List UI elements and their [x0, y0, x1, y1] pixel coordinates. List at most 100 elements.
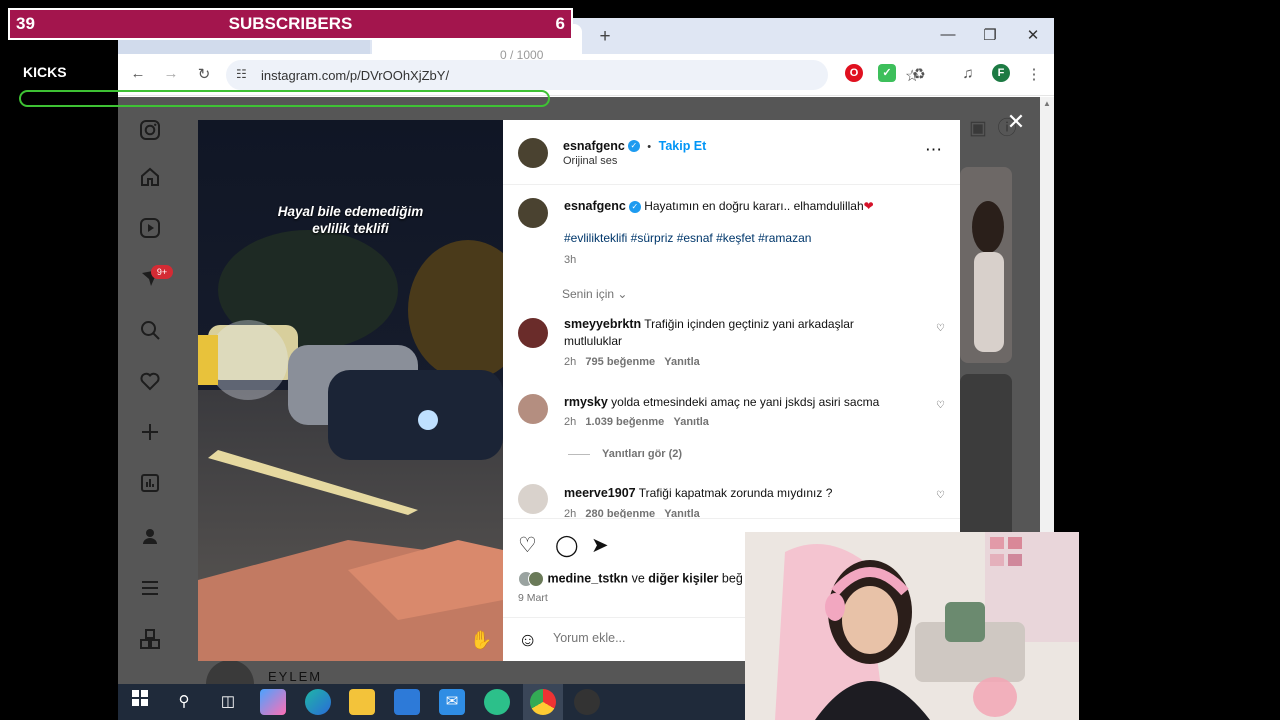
audio-label[interactable]: Orijinal ses: [563, 155, 617, 167]
post-header: esnafgenc ✓ • Takip Et Orijinal ses ⋯: [503, 120, 960, 185]
site-info-icon[interactable]: ☷: [236, 67, 247, 81]
media-control-icon[interactable]: ♫: [958, 65, 978, 82]
comment-avatar[interactable]: [518, 318, 548, 348]
comment-text-block-2: rmysky yolda etmesindeki amaç ne yani js…: [564, 394, 924, 411]
like-icon[interactable]: ♡: [518, 533, 537, 558]
profile-icon[interactable]: [138, 525, 162, 549]
close-window-icon[interactable]: ✕: [1023, 26, 1043, 44]
create-icon[interactable]: [138, 421, 162, 445]
edge-icon[interactable]: [305, 689, 331, 715]
caption-text: Hayatımın en doğru kararı.. elhamdulilla…: [644, 199, 864, 213]
minimize-icon[interactable]: —: [938, 26, 958, 43]
webcam-feed: [745, 532, 1079, 720]
extensions-puzzle-icon[interactable]: ♻: [909, 65, 929, 83]
share-icon[interactable]: ➤: [591, 533, 609, 558]
comment-meta-3: 2h 280 beğenme Yanıtla: [564, 508, 700, 518]
verified-badge-icon-2: ✓: [628, 200, 641, 213]
like-comment-icon-2[interactable]: ♡: [936, 400, 945, 411]
author-avatar[interactable]: [518, 138, 548, 168]
heart-emoji: ❤: [863, 199, 874, 213]
comment-likes[interactable]: 795 beğenme: [585, 356, 655, 368]
chevron-down-icon: ⌄: [617, 287, 628, 301]
caption-author[interactable]: esnafgenc: [564, 199, 626, 213]
back-icon[interactable]: ←: [128, 65, 148, 82]
comment-likes-2[interactable]: 1.039 beğenme: [585, 416, 664, 428]
comment-text-2: yolda etmesindeki amaç ne yani jskdsj as…: [611, 395, 880, 409]
comment-likes-3[interactable]: 280 beğenme: [585, 508, 655, 518]
background-post-thumbnail[interactable]: [960, 167, 1012, 363]
subscribers-bar: 39 SUBSCRIBERS 6: [8, 8, 573, 40]
reload-icon[interactable]: ↻: [194, 65, 214, 83]
sort-comments-dropdown[interactable]: Senin için ⌄: [562, 287, 627, 301]
kicks-label: KICKS: [23, 64, 67, 80]
store-icon[interactable]: [394, 689, 420, 715]
reply-button-3[interactable]: Yanıtla: [664, 508, 699, 518]
reel-video[interactable]: Hayal bile edemediğim evlilik teklifi: [198, 120, 503, 661]
emoji-icon[interactable]: ☺: [518, 630, 537, 652]
liked-by-others[interactable]: diğer kişiler: [648, 571, 718, 585]
search-icon-taskbar[interactable]: ⚲: [171, 689, 197, 715]
insights-icon[interactable]: [138, 472, 162, 496]
comment-username-2[interactable]: rmysky: [564, 395, 608, 409]
post-caption: esnafgenc ✓ Hayatımın en doğru kararı.. e…: [564, 198, 944, 215]
view-replies[interactable]: Yanıtları gör (2): [568, 448, 682, 460]
restore-icon[interactable]: ❐: [980, 26, 1000, 44]
profile-avatar-eylem[interactable]: [206, 660, 254, 684]
like-comment-icon-3[interactable]: ♡: [936, 490, 945, 501]
scroll-up-icon[interactable]: ▲: [1043, 99, 1051, 108]
windows-start-icon[interactable]: [127, 689, 153, 715]
close-modal-icon[interactable]: ✕: [1004, 109, 1028, 135]
comment-username[interactable]: smeyyebrktn: [564, 317, 641, 331]
forward-icon[interactable]: →: [161, 65, 181, 82]
post-date: 9 Mart: [518, 592, 548, 604]
char-counter: 0 / 1000: [500, 48, 544, 62]
replies-divider: [568, 453, 590, 455]
profile-avatar[interactable]: F: [992, 64, 1010, 82]
url-text[interactable]: instagram.com/p/DVrOOhXjZbY/: [261, 68, 449, 83]
subscribers-title: SUBSCRIBERS: [228, 14, 353, 33]
new-tab-button[interactable]: +: [594, 26, 616, 48]
task-view-icon[interactable]: ◫: [215, 689, 241, 715]
chatgpt-icon[interactable]: [484, 689, 510, 715]
like-comment-icon[interactable]: ♡: [936, 323, 945, 334]
obs-icon[interactable]: [574, 689, 600, 715]
follow-button[interactable]: Takip Et: [659, 139, 707, 153]
chrome-icon[interactable]: [530, 689, 556, 715]
copilot-icon[interactable]: [260, 689, 286, 715]
shield-extension-icon[interactable]: ✓: [878, 64, 896, 82]
profile-name-eylem: EYLEM: [268, 669, 323, 684]
home-icon[interactable]: [138, 166, 162, 190]
menu-icon[interactable]: [138, 577, 162, 601]
apps-icon[interactable]: [138, 628, 162, 652]
comment-username-3[interactable]: meerve1907: [564, 486, 636, 500]
stream-frame: 39 SUBSCRIBERS 6 KICKS + — ❐ ✕ ← → ↻ ☷ i…: [0, 0, 1280, 720]
comment-avatar-2[interactable]: [518, 394, 548, 424]
opera-extension-icon[interactable]: O: [845, 64, 863, 82]
file-explorer-icon[interactable]: [349, 689, 375, 715]
liked-by-user[interactable]: medine_tstkn: [547, 571, 628, 585]
instagram-icon[interactable]: [138, 119, 162, 143]
heart-icon[interactable]: [138, 370, 162, 394]
comment-time-3: 2h: [564, 508, 577, 518]
more-menu-icon[interactable]: ⋮: [1024, 65, 1044, 83]
reels-icon[interactable]: [138, 217, 162, 241]
more-options-icon[interactable]: ⋯: [925, 140, 942, 160]
address-bar[interactable]: ☷ instagram.com/p/DVrOOhXjZbY/ ☆: [226, 60, 919, 90]
reply-button[interactable]: Yanıtla: [664, 356, 699, 368]
author-username[interactable]: esnafgenc: [563, 139, 625, 153]
comment-meta: 2h 795 beğenme Yanıtla: [564, 356, 700, 368]
right-count: 6: [555, 14, 565, 33]
mail-icon[interactable]: ✉: [439, 689, 465, 715]
author-line: esnafgenc ✓ • Takip Et: [563, 137, 706, 155]
hand-cursor-icon: ✋: [470, 630, 493, 650]
instagram-sidebar: 9+: [118, 97, 184, 684]
camera-icon[interactable]: ▣: [966, 117, 990, 141]
search-icon[interactable]: [138, 319, 162, 343]
video-caption-line2: evlilik teklifi: [312, 221, 389, 236]
reply-button-2[interactable]: Yanıtla: [673, 416, 708, 428]
caption-author-avatar[interactable]: [518, 198, 548, 228]
comment-icon[interactable]: ◯: [555, 533, 579, 558]
comment-avatar-3[interactable]: [518, 484, 548, 514]
hashtags[interactable]: #evlilikteklifi #sürpriz #esnaf #keşfet …: [564, 230, 811, 247]
video-caption: Hayal bile edemediğim evlilik teklifi: [198, 203, 503, 237]
